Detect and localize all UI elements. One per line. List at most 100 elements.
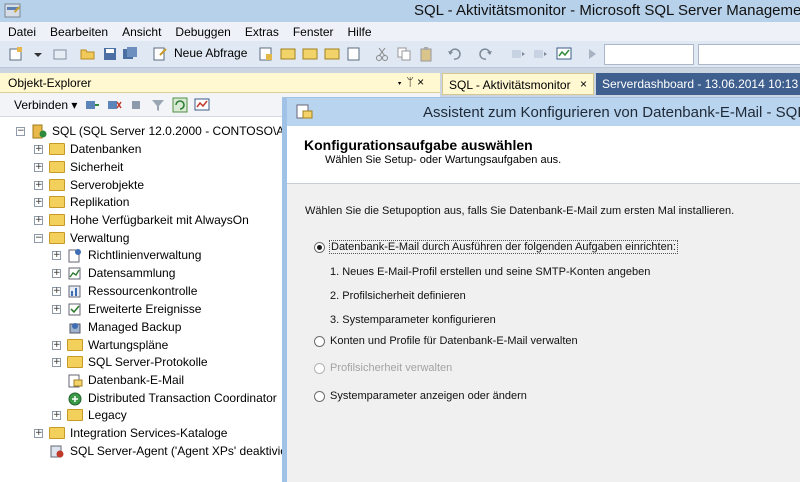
tree-item-sql-server-agent[interactable]: SQL Server-Agent ('Agent XPs' deaktivier <box>49 442 291 460</box>
tree-item-datenbank-e-mail[interactable]: Datenbank-E-Mail <box>67 371 184 389</box>
refresh-icon[interactable] <box>172 97 188 113</box>
menu-debuggen[interactable]: Debuggen <box>167 25 236 39</box>
expand-toggle[interactable]: + <box>34 162 43 172</box>
tree-item-label: Datenbank-E-Mail <box>88 373 185 387</box>
solution-configuration-combo[interactable] <box>604 44 694 65</box>
tree-item-erweiterte-ereignisse[interactable]: + Erweiterte Ereignisse <box>52 300 201 318</box>
navigate-forward-icon[interactable] <box>532 46 548 62</box>
menu-bearbeiten[interactable]: Bearbeiten <box>42 25 114 39</box>
setup-step-1: 1. Neues E-Mail-Profil erstellen und sei… <box>330 266 651 278</box>
activity-monitor-icon[interactable] <box>194 97 210 113</box>
expand-toggle[interactable]: + <box>52 250 61 260</box>
menu-ansicht[interactable]: Ansicht <box>114 25 167 39</box>
expand-toggle[interactable]: + <box>52 286 61 296</box>
stop-icon[interactable] <box>128 97 144 113</box>
sql-compact-query-icon[interactable] <box>346 46 362 62</box>
radio-system-parameters-label[interactable]: Systemparameter anzeigen oder ändern <box>330 390 527 402</box>
analysis-mdx-query-icon[interactable] <box>280 46 296 62</box>
window-title: SQL - Aktivitätsmonitor - Microsoft SQL … <box>414 2 800 19</box>
dropdown-arrow-icon[interactable] <box>30 46 46 62</box>
connect-button[interactable]: Verbinden ▾ <box>14 98 77 112</box>
folder-icon <box>49 427 65 439</box>
tree-item-alwayson[interactable]: + Hohe Verfügbarkeit mit AlwaysOn <box>34 211 249 229</box>
expand-toggle[interactable]: + <box>52 268 61 278</box>
tree-item-dtc[interactable]: Distributed Transaction Coordinator <box>67 389 277 407</box>
tree-item-managed-backup[interactable]: Managed Backup <box>67 318 181 336</box>
expand-toggle[interactable]: + <box>52 304 61 314</box>
redo-icon[interactable] <box>478 46 494 62</box>
radio-manage-accounts-label[interactable]: Konten und Profile für Datenbank-E-Mail … <box>330 335 578 347</box>
expand-toggle[interactable]: + <box>34 180 43 190</box>
add-item-icon[interactable] <box>52 46 68 62</box>
paste-icon[interactable] <box>418 46 434 62</box>
tab-serverdashboard[interactable]: Serverdashboard - 13.06.2014 10:13 - SC <box>596 73 800 95</box>
expand-toggle[interactable]: + <box>34 197 43 207</box>
tree-item-datensammlung[interactable]: + Datensammlung <box>52 264 175 282</box>
tree-item-label: Hohe Verfügbarkeit mit AlwaysOn <box>70 213 249 227</box>
menu-fenster[interactable]: Fenster <box>285 25 340 39</box>
panel-pin-close-icons[interactable]: ▾ ᛘ × <box>396 75 424 89</box>
wizard-intro-text: Wählen Sie die Setupoption aus, falls Si… <box>305 205 735 217</box>
analysis-xmla-query-icon[interactable] <box>324 46 340 62</box>
tree-item-verwaltung[interactable]: − Verwaltung <box>34 229 129 247</box>
tree-item-serverobjekte[interactable]: + Serverobjekte <box>34 176 144 194</box>
solution-platform-combo[interactable] <box>698 44 800 65</box>
setup-step-2: 2. Profilsicherheit definieren <box>330 290 466 302</box>
tree-item-replikation[interactable]: + Replikation <box>34 193 129 211</box>
radio-manage-profile-security <box>314 363 325 374</box>
menu-extras[interactable]: Extras <box>237 25 285 39</box>
tree-item-sql-server-protokolle[interactable]: + SQL Server-Protokolle <box>52 353 208 371</box>
radio-manage-accounts-profiles[interactable] <box>314 336 325 347</box>
expand-toggle[interactable]: + <box>52 357 61 367</box>
expand-toggle[interactable]: + <box>52 340 61 350</box>
database-engine-query-icon[interactable] <box>258 46 274 62</box>
folder-icon <box>49 196 65 208</box>
tree-item-sicherheit[interactable]: + Sicherheit <box>34 158 123 176</box>
managed-backup-icon <box>69 322 81 333</box>
tree-item-label: SQL Server-Protokolle <box>88 355 208 369</box>
cut-icon[interactable] <box>374 46 390 62</box>
collapse-toggle[interactable]: − <box>16 126 25 136</box>
navigate-back-icon[interactable] <box>510 46 526 62</box>
radio-setup-label[interactable]: Datenbank-E-Mail durch Ausführen der fol… <box>329 240 678 254</box>
tree-item-legacy[interactable]: + Legacy <box>52 406 127 424</box>
radio-system-parameters[interactable] <box>314 391 325 402</box>
tree-item-label: Legacy <box>88 408 127 422</box>
save-all-icon[interactable] <box>122 46 138 62</box>
open-folder-icon[interactable] <box>80 46 96 62</box>
copy-icon[interactable] <box>396 46 412 62</box>
menu-hilfe[interactable]: Hilfe <box>340 25 378 39</box>
undo-icon[interactable] <box>446 46 462 62</box>
expand-toggle[interactable]: + <box>52 410 61 420</box>
folder-icon <box>49 161 65 173</box>
new-query-icon[interactable] <box>152 46 168 62</box>
tree-item-label: Integration Services-Kataloge <box>70 426 228 440</box>
tree-server-node[interactable]: − SQL (SQL Server 12.0.2000 - CONTOSO\Ad… <box>16 122 301 140</box>
tab-aktivitaetsmonitor[interactable]: SQL - Aktivitätsmonitor × <box>442 73 594 95</box>
filter-icon[interactable] <box>150 97 166 113</box>
menu-datei[interactable]: Datei <box>0 25 42 39</box>
tree-item-richtlinienverwaltung[interactable]: + Richtlinienverwaltung <box>52 246 201 264</box>
save-icon[interactable] <box>102 46 118 62</box>
connect-object-icon[interactable] <box>84 97 100 113</box>
standard-toolbar: Neue Abfrage <box>0 41 800 68</box>
disconnect-icon[interactable] <box>106 97 122 113</box>
collapse-toggle[interactable]: − <box>34 233 43 243</box>
analysis-dmx-query-icon[interactable] <box>302 46 318 62</box>
close-icon[interactable]: × <box>580 77 587 91</box>
expand-toggle[interactable]: + <box>34 215 43 225</box>
activity-monitor-icon[interactable] <box>556 46 572 62</box>
menu-bar: Datei Bearbeiten Ansicht Debuggen Extras… <box>0 22 800 41</box>
new-project-icon[interactable] <box>8 46 24 62</box>
execute-icon[interactable] <box>584 46 600 62</box>
data-collection-icon <box>68 267 81 279</box>
radio-setup-database-mail[interactable] <box>314 242 325 253</box>
tree-item-datenbanken[interactable]: + Datenbanken <box>34 140 141 158</box>
wizard-title: Assistent zum Konfigurieren von Datenban… <box>423 104 800 121</box>
tree-item-ressourcenkontrolle[interactable]: + Ressourcenkontrolle <box>52 282 197 300</box>
tree-item-wartungsplaene[interactable]: + Wartungspläne <box>52 336 168 354</box>
expand-toggle[interactable]: + <box>34 428 43 438</box>
expand-toggle[interactable]: + <box>34 144 43 154</box>
new-query-button[interactable]: Neue Abfrage <box>174 46 247 60</box>
tree-item-integration-services[interactable]: + Integration Services-Kataloge <box>34 424 227 442</box>
